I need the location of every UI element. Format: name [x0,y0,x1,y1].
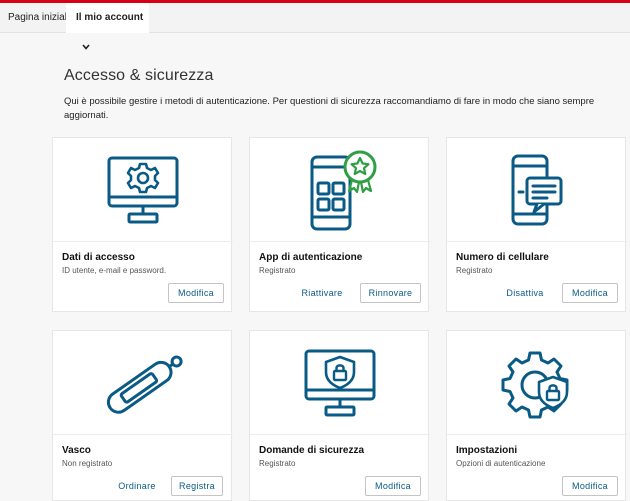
card-numero-di-cellulare: Numero di cellulare Registrato Disattiva… [446,137,627,312]
card-subtitle: Registrato [456,266,493,275]
usb-token-icon [106,354,183,414]
card-title: Numero di cellulare [456,252,549,263]
card-divider [250,434,430,435]
card-subtitle: Registrato [259,266,296,275]
card-illustration [53,331,233,434]
card-title: Impostazioni [456,445,518,456]
nav-account-menu[interactable]: Il mio account [66,3,149,51]
page-description: Qui è possibile gestire i metodi di aute… [64,96,595,121]
card-illustration [447,331,627,434]
page-title: Accesso & sicurezza [64,67,214,84]
modifica-button[interactable]: Modifica [365,476,421,496]
card-impostazioni: Impostazioni Opzioni di autenticazione M… [446,330,627,501]
card-divider [447,241,627,242]
card-title: App di autenticazione [259,252,363,263]
monitor-shield-lock-icon [304,349,376,416]
card-illustration [250,138,430,241]
card-title: Vasco [62,445,91,456]
card-app-di-autenticazione: App di autenticazione Registrato Riattiv… [249,137,430,312]
disattiva-button[interactable]: Disattiva [499,283,551,303]
gear-shield-lock-icon [501,351,569,418]
monitor-gear-icon [107,156,179,223]
card-title: Dati di accesso [62,252,135,263]
card-illustration [250,331,430,434]
card-dati-di-accesso: Dati di accesso ID utente, e-mail e pass… [52,137,233,312]
card-domande-di-sicurezza: Domande di sicurezza Registrato Modifica [249,330,430,501]
card-subtitle: Registrato [259,459,296,468]
card-illustration [447,138,627,241]
card-subtitle: Opzioni di autenticazione [456,459,546,468]
registra-button[interactable]: Registra [171,476,223,496]
card-divider [53,241,233,242]
card-vasco: Vasco Non registrato Ordinare Registra [52,330,233,501]
card-subtitle: ID utente, e-mail e password. [62,266,167,275]
top-navigation: Pagina iniziale Il mio account [0,3,630,51]
nav-home-link[interactable]: Pagina iniziale [8,3,73,33]
card-title: Domande di sicurezza [259,445,365,456]
ordinare-button[interactable]: Ordinare [112,476,162,496]
phone-app-star-icon [310,150,377,230]
rinnovare-button[interactable]: Rinnovare [360,283,421,303]
card-illustration [53,138,233,241]
phone-message-icon [511,154,563,225]
modifica-button[interactable]: Modifica [562,283,618,303]
card-divider [53,434,233,435]
card-divider [250,241,430,242]
card-subtitle: Non registrato [62,459,113,468]
modifica-button[interactable]: Modifica [562,476,618,496]
nav-account-label: Il mio account [76,12,144,23]
card-divider [447,434,627,435]
chevron-down-icon [82,44,90,51]
riattivare-button[interactable]: Riattivare [294,283,350,303]
modifica-button[interactable]: Modifica [168,283,224,303]
